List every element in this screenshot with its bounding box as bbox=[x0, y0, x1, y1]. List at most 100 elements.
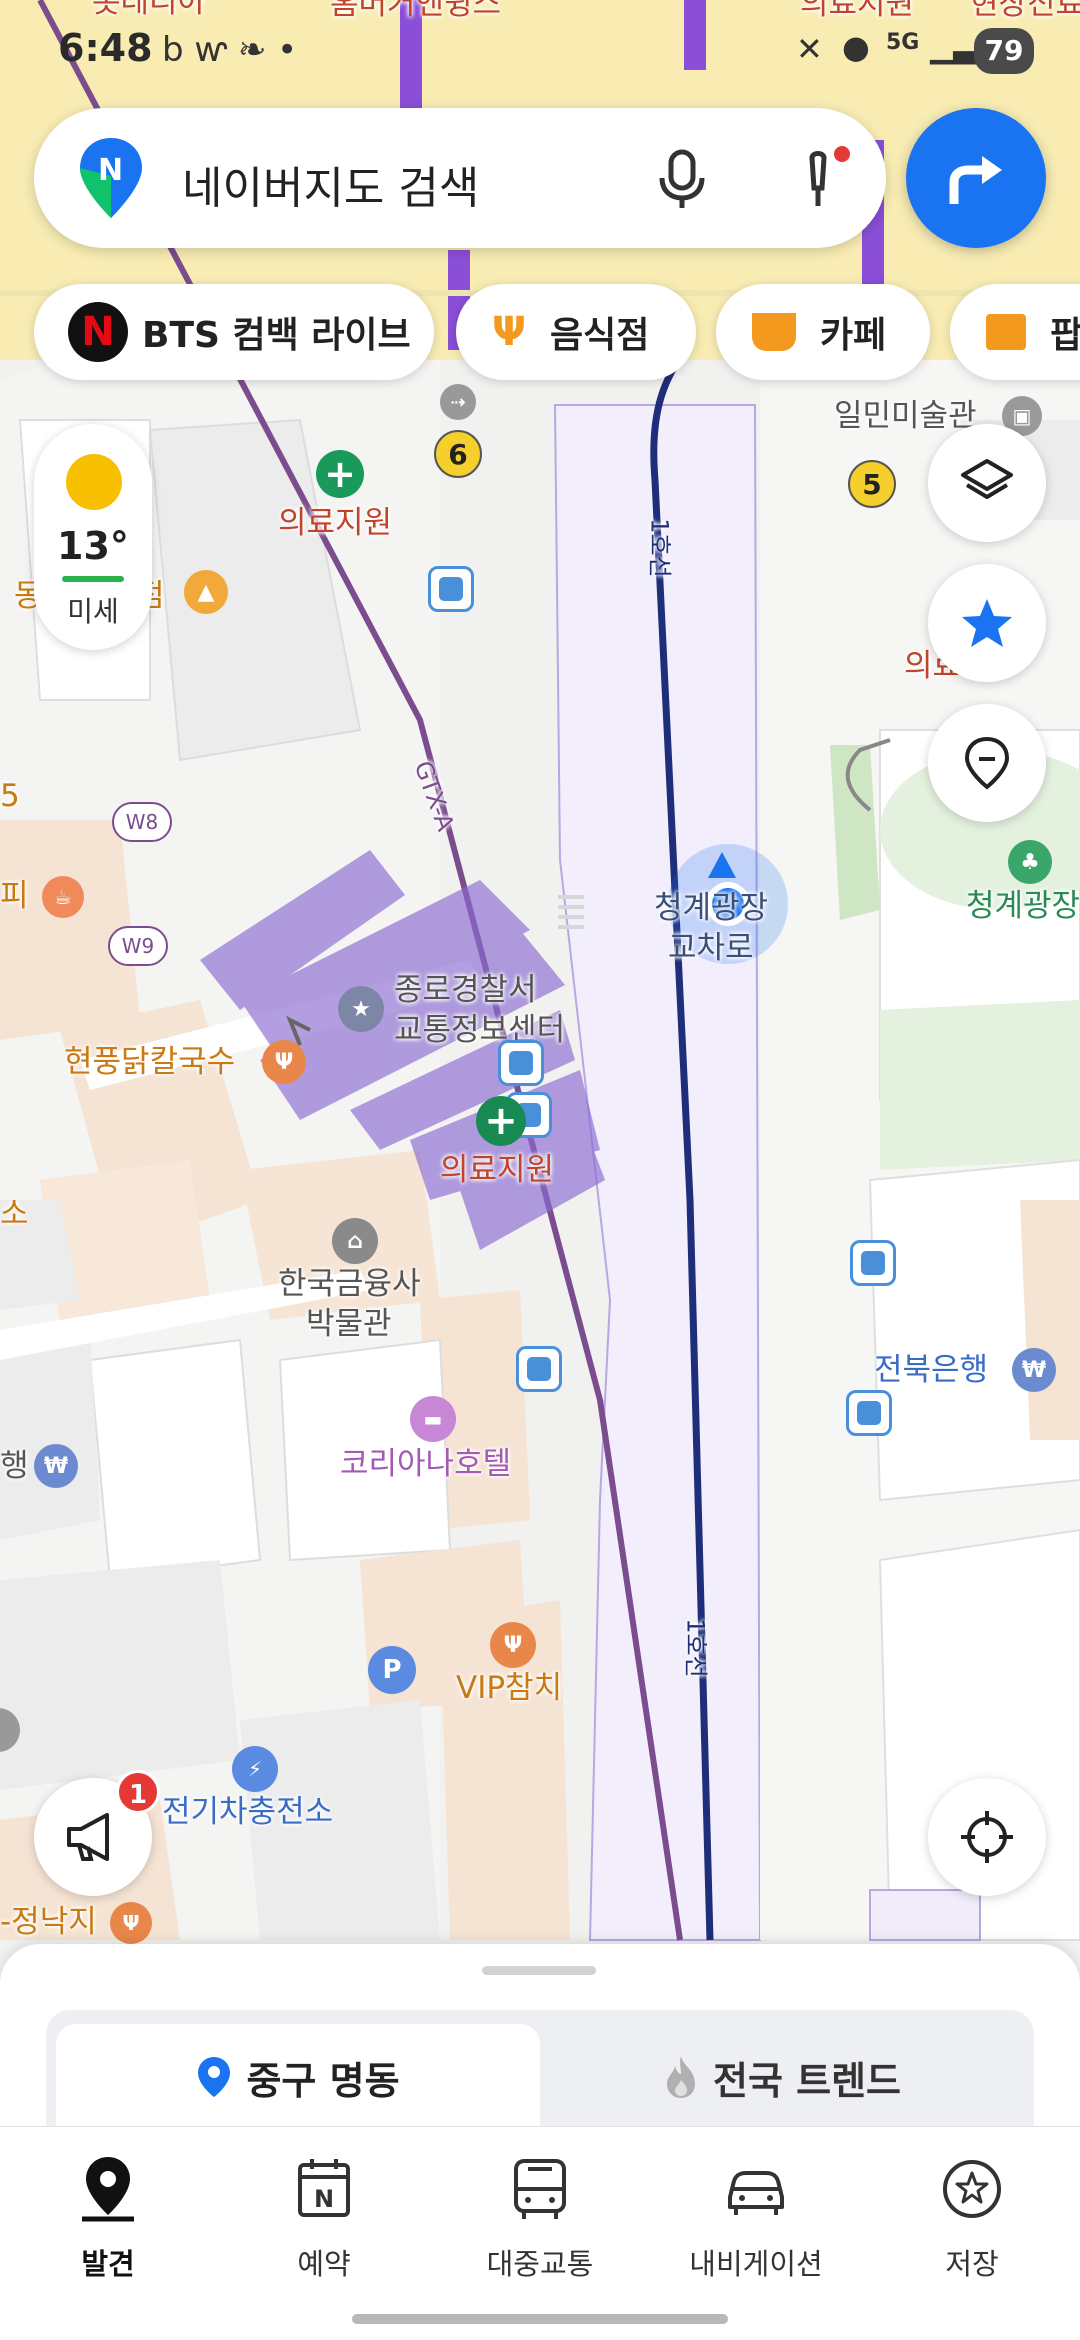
map-label-plaza[interactable]: 청계광장 bbox=[966, 888, 1080, 924]
chip-bts[interactable]: N BTS 컴백 라이브 bbox=[34, 284, 434, 380]
flame-icon bbox=[666, 2056, 695, 2098]
tab-national-label: 전국 트렌드 bbox=[712, 2058, 902, 2103]
air-quality-bar bbox=[62, 576, 124, 582]
home-indicator[interactable] bbox=[352, 2314, 728, 2324]
nav-saved[interactable]: 저장 bbox=[864, 2127, 1080, 2301]
bus-stop-icon[interactable] bbox=[428, 566, 474, 612]
battery-badge: 79 bbox=[974, 28, 1034, 74]
favorites-button[interactable] bbox=[928, 564, 1046, 682]
bus-icon bbox=[514, 2159, 566, 2219]
svg-text:N: N bbox=[98, 153, 123, 188]
subway-exit-5-badge[interactable]: 5 bbox=[848, 460, 896, 508]
naver-map-app: 롯데리아 홈버거앤윙스 의료지원 현장진료 + 의료지원 동 점 ▲ 6 ⇢ 5… bbox=[0, 0, 1080, 2340]
map-label-intersection-1[interactable]: 청계광장 bbox=[654, 890, 768, 926]
bus-stop-icon[interactable] bbox=[516, 1346, 562, 1392]
tab-local-area[interactable]: 중구 명동 bbox=[56, 2024, 540, 2130]
parking-icon[interactable]: P bbox=[368, 1646, 416, 1694]
bus-stop-icon[interactable] bbox=[498, 1040, 544, 1086]
hotel-icon[interactable]: ▬ bbox=[410, 1396, 456, 1442]
map-label-line1-a: 1호선 bbox=[645, 518, 674, 578]
walk-icon: ⇢ bbox=[440, 384, 476, 420]
sheet-drag-handle[interactable] bbox=[482, 1966, 596, 1975]
w8-badge[interactable]: W8 bbox=[112, 802, 172, 842]
nav-navigation[interactable]: 내비게이션 bbox=[648, 2127, 864, 2301]
lens-icon[interactable] bbox=[790, 144, 854, 216]
nav-label: 저장 bbox=[945, 2247, 999, 2281]
nav-label: 내비게이션 bbox=[689, 2247, 823, 2281]
w9-badge[interactable]: W9 bbox=[108, 926, 168, 966]
nav-reservation[interactable]: N 예약 bbox=[216, 2127, 432, 2301]
status-time: 6:48 bbox=[58, 26, 153, 70]
chip-label: 팝 bbox=[1050, 315, 1080, 356]
directions-button[interactable] bbox=[906, 108, 1046, 248]
status-app-icons: b ⱳ ❧ • bbox=[162, 30, 298, 70]
medical-icon[interactable]: + bbox=[316, 450, 364, 498]
nav-label: 대중교통 bbox=[486, 2247, 594, 2281]
cafe-poi-icon[interactable]: ☕ bbox=[42, 876, 84, 918]
star-circle-icon bbox=[943, 2160, 1001, 2218]
air-quality-label: 미세 bbox=[67, 595, 119, 628]
location-heading-icon bbox=[708, 852, 736, 878]
bottom-navigation: 발견 N 예약 대중교통 내비게이션 저장 bbox=[0, 2126, 1080, 2300]
map-label-octopus[interactable]: -정낙지 bbox=[0, 1904, 97, 1940]
map-label-medical-1[interactable]: 의료지원 bbox=[278, 505, 392, 541]
notice-badge: 1 bbox=[116, 1770, 160, 1814]
map-label-police-1[interactable]: 종로경찰서 bbox=[394, 972, 537, 1008]
map-label-left-haeng: 행 bbox=[0, 1448, 29, 1484]
directions-arrow-icon bbox=[949, 156, 1002, 204]
ev-charger-icon[interactable]: ⚡ bbox=[232, 1746, 278, 1792]
location-status-icon: ● bbox=[842, 28, 870, 66]
chip-popup[interactable]: 팝 bbox=[950, 284, 1080, 380]
nav-discover[interactable]: 발견 bbox=[0, 2127, 216, 2301]
museum-icon[interactable]: ⌂ bbox=[332, 1218, 378, 1264]
my-location-button[interactable] bbox=[928, 1778, 1046, 1896]
megaphone-icon bbox=[67, 1813, 109, 1861]
restaurant-poi-icon[interactable]: Ψ bbox=[110, 1902, 152, 1944]
chip-restaurant[interactable]: Ψ 음식점 bbox=[456, 284, 696, 380]
crosshair-icon bbox=[961, 1811, 1013, 1863]
map-label-museum-2[interactable]: 박물관 bbox=[306, 1306, 392, 1342]
map-label-gallery[interactable]: 일민미술관 bbox=[834, 398, 977, 434]
notice-button[interactable]: 1 bbox=[34, 1770, 160, 1896]
weather-widget[interactable]: 13° 미세 bbox=[34, 424, 152, 650]
location-marker-icon bbox=[198, 2057, 231, 2097]
shopping-bag-icon[interactable]: ▲ bbox=[184, 570, 228, 614]
status-bar: 6:48 b ⱳ ❧ • ✕ ● 5G ▁▃▅ 79 bbox=[0, 0, 1080, 100]
restaurant-poi-icon[interactable]: Ψ bbox=[490, 1622, 536, 1668]
restaurant-icon: Ψ bbox=[492, 309, 526, 355]
bank-icon[interactable]: ₩ bbox=[34, 1444, 78, 1488]
bank-icon[interactable]: ₩ bbox=[1012, 1348, 1056, 1392]
subway-exit-6-badge[interactable]: 6 bbox=[434, 430, 482, 478]
calendar-icon: N bbox=[298, 2159, 350, 2217]
map-label-vip[interactable]: VIP참치 bbox=[456, 1670, 562, 1706]
chip-cafe[interactable]: 카페 bbox=[716, 284, 930, 380]
layers-button[interactable] bbox=[928, 424, 1046, 542]
star-icon bbox=[962, 599, 1012, 647]
map-label-bank[interactable]: 전북은행 bbox=[874, 1352, 988, 1388]
bus-stop-icon[interactable] bbox=[846, 1390, 892, 1436]
pin-button[interactable] bbox=[928, 704, 1046, 822]
search-bar[interactable]: N 네이버지도 검색 bbox=[34, 108, 886, 248]
map-label-ev[interactable]: 전기차충전소 bbox=[162, 1794, 333, 1830]
police-icon[interactable]: ★ bbox=[338, 986, 384, 1032]
map-label-left-pi: 피 bbox=[0, 878, 29, 914]
map-label-medical-2[interactable]: 의료지원 bbox=[440, 1152, 554, 1188]
search-input[interactable]: 네이버지도 검색 bbox=[182, 152, 479, 216]
map-label-hotel[interactable]: 코리아나호텔 bbox=[340, 1446, 511, 1482]
microphone-icon[interactable] bbox=[652, 148, 712, 212]
map-label-noodle[interactable]: 현풍닭칼국수 bbox=[64, 1044, 235, 1080]
medical-icon[interactable]: + bbox=[476, 1096, 526, 1146]
map-label-museum-1[interactable]: 한국금융사 bbox=[278, 1266, 421, 1302]
sun-icon bbox=[66, 454, 122, 510]
bus-stop-icon[interactable] bbox=[850, 1240, 896, 1286]
map-label-intersection-2[interactable]: 교차로 bbox=[668, 930, 754, 966]
tab-national-trend[interactable]: 전국 트렌드 bbox=[540, 2024, 1024, 2130]
park-icon[interactable]: ♣ bbox=[1008, 840, 1052, 884]
nav-transit[interactable]: 대중교통 bbox=[432, 2127, 648, 2301]
network-type: 5G bbox=[886, 30, 920, 55]
discover-pin-icon bbox=[82, 2157, 134, 2222]
restaurant-poi-icon[interactable]: Ψ bbox=[262, 1040, 306, 1084]
category-chips: N BTS 컴백 라이브 Ψ 음식점 카페 팝 bbox=[34, 284, 1080, 380]
map-label-left-5: 5 bbox=[0, 778, 20, 814]
nav-label: 발견 bbox=[81, 2247, 135, 2281]
